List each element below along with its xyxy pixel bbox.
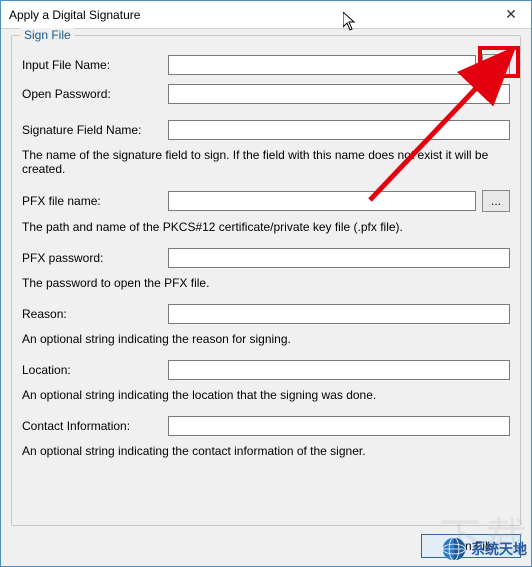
close-icon: ✕: [505, 6, 517, 23]
sig-field-label: Signature Field Name:: [22, 123, 162, 137]
group-label: Sign File: [20, 28, 75, 42]
pfx-password-input[interactable]: [168, 248, 510, 268]
location-desc: An optional string indicating the locati…: [22, 388, 510, 402]
group-inner: Input File Name: ... Open Password: Sign…: [12, 36, 520, 482]
close-button[interactable]: ✕: [491, 1, 531, 29]
input-file-label: Input File Name:: [22, 58, 162, 72]
input-file-field[interactable]: [168, 55, 476, 75]
sign-file-group: Sign File Input File Name: ... Open Pass…: [11, 35, 521, 526]
row-input-file: Input File Name: ...: [22, 54, 510, 76]
contact-input[interactable]: [168, 416, 510, 436]
sign-file-button-label: Sign File: [448, 539, 495, 553]
reason-label: Reason:: [22, 307, 162, 321]
pfx-file-input[interactable]: [168, 191, 476, 211]
pfx-password-desc: The password to open the PFX file.: [22, 276, 510, 290]
row-pfx-file: PFX file name: ...: [22, 190, 510, 212]
reason-desc: An optional string indicating the reason…: [22, 332, 510, 346]
pfx-file-label: PFX file name:: [22, 194, 162, 208]
pfx-file-browse-button[interactable]: ...: [482, 190, 510, 212]
reason-input[interactable]: [168, 304, 510, 324]
location-input[interactable]: [168, 360, 510, 380]
content-area: Sign File Input File Name: ... Open Pass…: [1, 29, 531, 566]
row-contact: Contact Information:: [22, 416, 510, 436]
open-password-label: Open Password:: [22, 87, 162, 101]
pfx-file-desc: The path and name of the PKCS#12 certifi…: [22, 220, 510, 234]
ellipsis-icon: ...: [491, 195, 501, 207]
location-label: Location:: [22, 363, 162, 377]
row-location: Location:: [22, 360, 510, 380]
contact-label: Contact Information:: [22, 419, 162, 433]
dialog-window: Apply a Digital Signature ✕ Sign File In…: [0, 0, 532, 567]
sig-field-desc: The name of the signature field to sign.…: [22, 148, 510, 176]
input-file-browse-button[interactable]: ...: [482, 54, 510, 76]
row-reason: Reason:: [22, 304, 510, 324]
pfx-password-label: PFX password:: [22, 251, 162, 265]
row-pfx-password: PFX password:: [22, 248, 510, 268]
sig-field-input[interactable]: [168, 120, 510, 140]
window-title: Apply a Digital Signature: [9, 8, 491, 22]
footer: Sign File: [11, 534, 521, 558]
ellipsis-icon: ...: [491, 59, 501, 71]
row-open-password: Open Password:: [22, 84, 510, 104]
contact-desc: An optional string indicating the contac…: [22, 444, 510, 458]
row-sig-field: Signature Field Name:: [22, 120, 510, 140]
title-bar: Apply a Digital Signature ✕: [1, 1, 531, 29]
open-password-field[interactable]: [168, 84, 510, 104]
sign-file-button[interactable]: Sign File: [421, 534, 521, 558]
